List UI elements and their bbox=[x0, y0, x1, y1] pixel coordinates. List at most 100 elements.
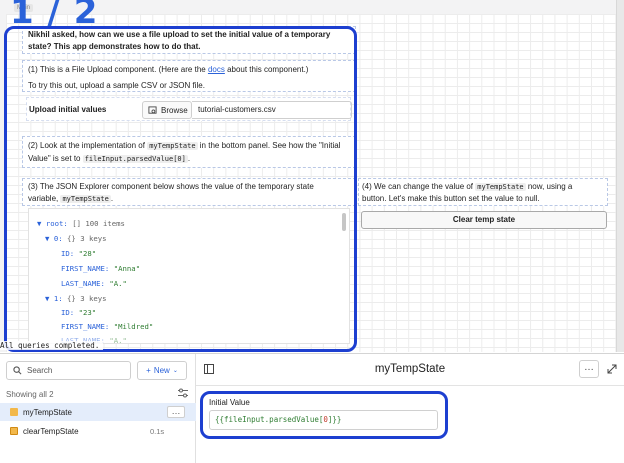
caret-down-icon[interactable]: ▼ bbox=[45, 234, 49, 243]
json-value: "28" bbox=[78, 249, 97, 258]
search-icon bbox=[13, 366, 22, 375]
step3-line1: (3) The JSON Explorer component below sh… bbox=[28, 182, 314, 191]
step2-chip-b: fileInput.parsedValue[0] bbox=[82, 155, 188, 163]
initial-value-label: Initial Value bbox=[209, 398, 250, 407]
json-root-row[interactable]: ▼ root: [] 100 items bbox=[37, 219, 125, 228]
editor-canvas-area: Main Nikhil asked, how can we use a file… bbox=[0, 0, 624, 352]
showing-count: Showing all 2 bbox=[6, 390, 54, 399]
json-key: FIRST_NAME: bbox=[61, 264, 110, 273]
plus-icon: + bbox=[146, 366, 151, 375]
caret-down-icon[interactable]: ▼ bbox=[37, 219, 41, 228]
search-input[interactable]: Search bbox=[6, 361, 131, 380]
json-value: "A." bbox=[109, 279, 127, 288]
intro-text: Nikhil asked, how can we use a file uplo… bbox=[28, 30, 331, 51]
step3-text-component[interactable]: (3) The JSON Explorer component below sh… bbox=[22, 178, 356, 206]
step3-line2: variable, myTempState. bbox=[28, 193, 113, 205]
json-item1-row[interactable]: ▼ 1: {} 3 keys bbox=[45, 294, 107, 303]
json-item0-type: {} bbox=[67, 234, 76, 243]
json-item0-first-name: FIRST_NAME: "Anna" bbox=[61, 264, 140, 273]
step2-line2: Value" is set to fileInput.parsedValue[0… bbox=[28, 153, 190, 165]
right-rail bbox=[616, 0, 624, 352]
panel-title: myTempState bbox=[374, 363, 446, 375]
query-name: myTempState bbox=[23, 407, 72, 417]
step1-line2: To try this out, upload a sample CSV or … bbox=[28, 81, 205, 90]
file-upload-component[interactable]: Upload initial values Browse tutorial-cu… bbox=[26, 97, 352, 121]
json-root-count: 100 items bbox=[85, 219, 125, 228]
query-run-time: 0.1s bbox=[150, 426, 165, 436]
bottom-panel: Search + New ⌄ Showing all 2 myTempState… bbox=[0, 353, 624, 463]
divider bbox=[196, 385, 624, 386]
step2-text-a: (2) Look at the implementation of bbox=[28, 141, 148, 150]
iv-open: {{ bbox=[215, 415, 225, 424]
upload-label: Upload initial values bbox=[29, 105, 107, 114]
step2-text-d: . bbox=[187, 154, 191, 163]
json-key: ID: bbox=[61, 249, 75, 258]
state-icon bbox=[10, 408, 18, 416]
caret-down-icon[interactable]: ▼ bbox=[45, 294, 49, 303]
step2-text-c: Value" is set to bbox=[28, 154, 83, 163]
expand-icon[interactable] bbox=[607, 364, 617, 374]
json-item1-type: {} bbox=[67, 294, 76, 303]
selected-file-name: tutorial-customers.csv bbox=[192, 101, 352, 119]
clear-temp-state-button[interactable]: Clear temp state bbox=[361, 211, 607, 229]
step3-chip: myTempState bbox=[60, 195, 111, 203]
step3-line2-text: variable, bbox=[28, 194, 61, 203]
new-button-label: New bbox=[153, 366, 170, 375]
filter-icon[interactable] bbox=[178, 388, 188, 398]
chevron-down-icon: ⌄ bbox=[172, 368, 178, 374]
json-item1-id: ID: "23" bbox=[61, 308, 96, 317]
step4-text-component[interactable]: (4) We can change the value of myTempSta… bbox=[358, 178, 608, 206]
json-value: "Anna" bbox=[113, 264, 141, 273]
json-explorer-scrollbar[interactable] bbox=[342, 213, 346, 231]
json-item1-count: 3 keys bbox=[80, 294, 107, 303]
query-item-cleartempstate[interactable]: clearTempState 0.1s bbox=[0, 422, 196, 440]
json-item1-label: 1: bbox=[53, 294, 63, 303]
step2-chip-a: myTempState bbox=[147, 142, 198, 150]
json-key: LAST_NAME: bbox=[61, 279, 105, 288]
json-value: "23" bbox=[78, 308, 97, 317]
query-editor-pane: myTempState … Initial Value {{fileInput.… bbox=[196, 354, 624, 463]
step2-text-component[interactable]: (2) Look at the implementation of myTemp… bbox=[22, 136, 356, 168]
json-item0-label: 0: bbox=[53, 234, 63, 243]
browse-label: Browse bbox=[161, 105, 188, 115]
status-line: All queries completed. bbox=[0, 341, 104, 350]
step1-text-component[interactable]: (1) This is a File Upload component. (He… bbox=[22, 60, 356, 92]
json-root-label: root: bbox=[45, 219, 68, 228]
json-item0-id: ID: "28" bbox=[61, 249, 96, 258]
query-list-pane: Search + New ⌄ Showing all 2 myTempState… bbox=[0, 354, 196, 463]
json-key: FIRST_NAME: bbox=[61, 322, 110, 331]
more-options-button[interactable]: … bbox=[167, 406, 185, 418]
step4-text-a: (4) We can change the value of bbox=[362, 182, 476, 191]
step2-text-b: in the bottom panel. See how the "Initia… bbox=[197, 141, 341, 150]
json-item0-last-name: LAST_NAME: "A." bbox=[61, 279, 127, 288]
json-value: "Mildred" bbox=[113, 322, 154, 331]
query-name: clearTempState bbox=[23, 426, 79, 436]
step1-text-before: (1) This is a File Upload component. (He… bbox=[28, 65, 208, 74]
step2-line1: (2) Look at the implementation of myTemp… bbox=[28, 140, 340, 152]
step4-chip: myTempState bbox=[475, 183, 526, 191]
query-icon bbox=[10, 427, 18, 435]
step4-line2: button. Let's make this button set the v… bbox=[362, 194, 540, 203]
overlay-page-number: 1 / 2 bbox=[10, 0, 99, 32]
json-item1-first-name: FIRST_NAME: "Mildred" bbox=[61, 322, 153, 331]
search-placeholder: Search bbox=[27, 366, 53, 375]
iv-close: ]}} bbox=[327, 415, 342, 424]
step3-line2-end: . bbox=[110, 194, 114, 203]
step4-text-b: now, using a bbox=[525, 182, 573, 191]
docs-link[interactable]: docs bbox=[208, 65, 225, 74]
json-item0-row[interactable]: ▼ 0: {} 3 keys bbox=[45, 234, 107, 243]
new-button[interactable]: + New ⌄ bbox=[137, 361, 187, 380]
more-actions-button[interactable]: … bbox=[579, 360, 599, 378]
initial-value-input[interactable]: {{fileInput.parsedValue[0]}} bbox=[209, 410, 438, 430]
step4-line1: (4) We can change the value of myTempSta… bbox=[362, 181, 572, 193]
query-item-mytempstate[interactable]: myTempState … bbox=[0, 403, 196, 421]
json-value: "A." bbox=[109, 336, 127, 344]
json-root-type: [] bbox=[72, 219, 81, 228]
iv-expr: fileInput.parsedValue[ bbox=[224, 415, 324, 424]
browse-icon bbox=[148, 105, 157, 114]
json-explorer[interactable]: ▼ root: [] 100 items ▼ 0: {} 3 keys ID: … bbox=[28, 208, 350, 344]
json-key: ID: bbox=[61, 308, 75, 317]
browse-button[interactable]: Browse bbox=[142, 101, 192, 119]
json-item0-count: 3 keys bbox=[80, 234, 107, 243]
step1-text-after: about this component.) bbox=[224, 65, 309, 74]
